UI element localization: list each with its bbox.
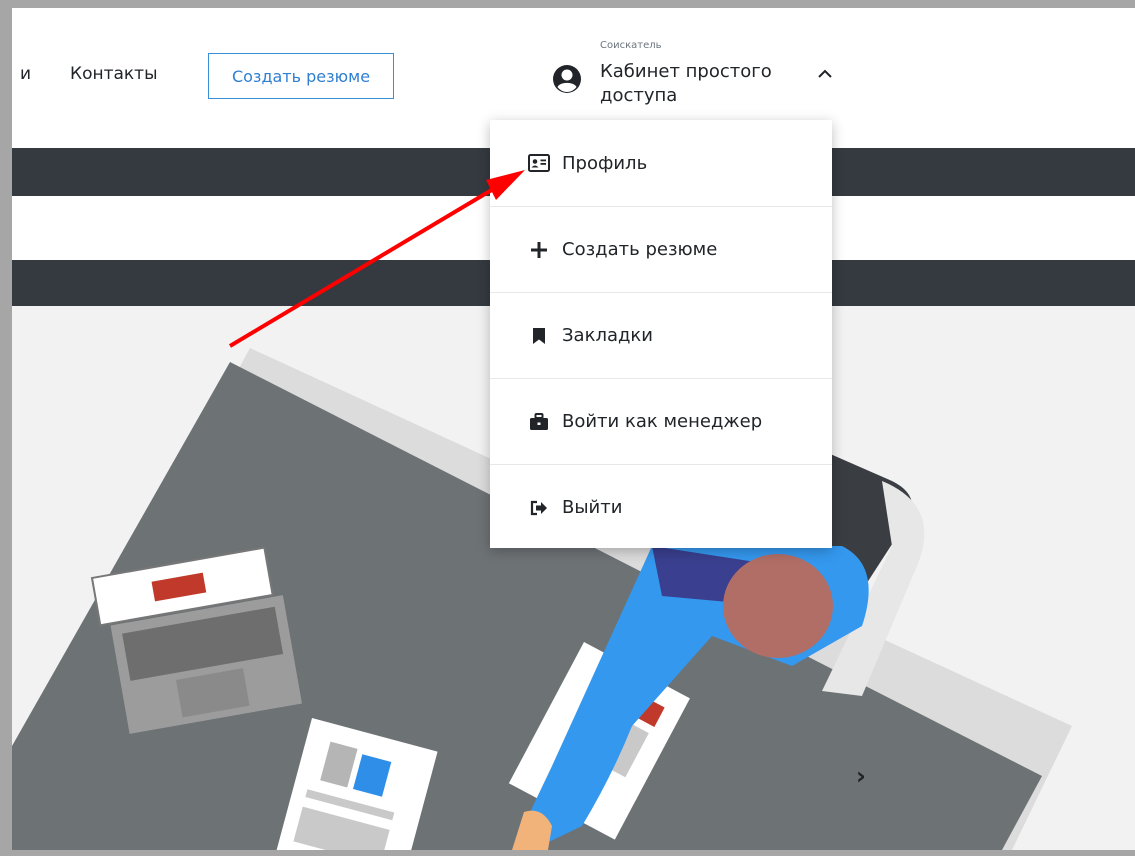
cabinet-role-label: Соискатель — [600, 40, 662, 51]
chevron-up-icon[interactable] — [816, 66, 834, 80]
id-card-icon — [528, 152, 550, 174]
nav-item-contacts[interactable]: Контакты — [70, 64, 158, 84]
menu-item-label: Выйти — [562, 497, 623, 518]
menu-item-logout[interactable]: Выйти — [490, 464, 832, 550]
create-resume-button[interactable]: Создать резюме — [208, 53, 394, 99]
menu-item-label: Войти как менеджер — [562, 411, 763, 432]
menu-item-bookmarks[interactable]: Закладки — [490, 292, 832, 378]
menu-item-label: Профиль — [562, 152, 648, 174]
nav-item-truncated[interactable]: и — [20, 64, 31, 84]
menu-item-label: Создать резюме — [562, 239, 718, 260]
briefcase-icon — [528, 411, 550, 433]
menu-item-label: Закладки — [562, 325, 653, 346]
menu-item-manager-login[interactable]: Войти как менеджер — [490, 378, 832, 464]
sign-out-icon — [528, 497, 550, 519]
menu-item-profile[interactable]: Профиль — [490, 120, 832, 206]
cabinet-dropdown-menu: Профиль Создать резюме Закладки Войти ка… — [490, 120, 832, 548]
bookmark-icon — [528, 325, 550, 347]
menu-item-create-resume[interactable]: Создать резюме — [490, 206, 832, 292]
carousel-next-button[interactable]: › — [856, 762, 866, 790]
plus-icon — [528, 239, 550, 261]
user-circle-icon[interactable] — [552, 64, 582, 94]
cabinet-menu-toggle[interactable]: Кабинет простого доступа — [600, 60, 805, 108]
